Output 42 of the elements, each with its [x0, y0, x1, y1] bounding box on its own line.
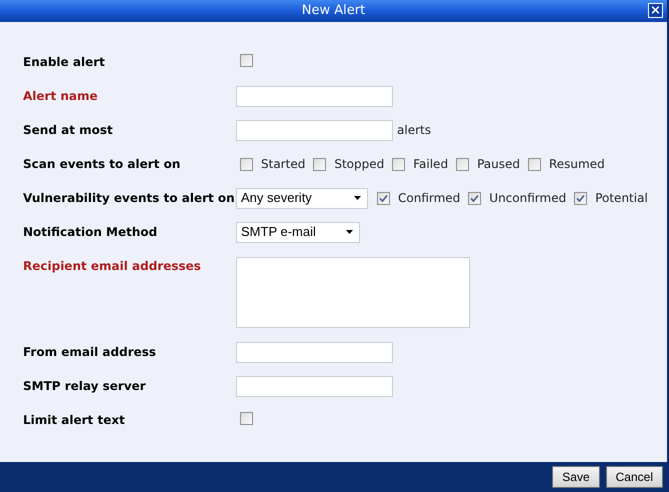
checkbox[interactable]: [574, 192, 588, 204]
checkbox[interactable]: [240, 412, 253, 425]
field-label: From email address: [23, 344, 158, 361]
checkbox[interactable]: [528, 158, 541, 170]
field-label: Scan events to alert on: [23, 156, 182, 173]
close-button[interactable]: ×: [648, 3, 663, 18]
option-label: Potential: [595, 190, 648, 207]
option-label: Started: [261, 156, 306, 173]
option-label: Paused: [477, 156, 520, 173]
suffix-label: alerts: [397, 122, 431, 139]
text-field[interactable]: [236, 376, 393, 396]
checkbox[interactable]: [313, 158, 326, 170]
save-button[interactable]: Save: [552, 466, 600, 488]
field-label: Vulnerability events to alert on: [23, 190, 236, 207]
window-title: New Alert: [302, 2, 366, 20]
option-label: Stopped: [334, 156, 384, 173]
text-field[interactable]: [236, 120, 393, 140]
textarea-field[interactable]: [236, 257, 470, 328]
field-label: Notification Method: [23, 224, 158, 241]
text-field[interactable]: [236, 342, 393, 362]
checkbox[interactable]: [240, 54, 253, 67]
dropdown[interactable]: SMTP e-mail: [236, 222, 360, 242]
field-label: Enable alert: [23, 54, 106, 71]
caret-icon: [346, 230, 353, 234]
option-label: Failed: [413, 156, 448, 173]
field-label: Send at most: [23, 122, 114, 139]
field-label: Limit alert text: [23, 412, 126, 429]
field-label: Recipient email addresses: [23, 258, 202, 275]
text-field[interactable]: [236, 86, 393, 106]
option-label: Unconfirmed: [489, 190, 566, 207]
checkbox[interactable]: [456, 158, 470, 170]
option-label: Resumed: [548, 156, 605, 173]
checkbox[interactable]: [240, 158, 253, 170]
caret-icon: [354, 196, 361, 200]
option-label: Confirmed: [398, 190, 460, 207]
field-label: SMTP relay server: [23, 378, 147, 395]
checkbox[interactable]: [468, 192, 482, 204]
field-label: Alert name: [23, 88, 99, 105]
checkbox[interactable]: [392, 158, 406, 170]
cancel-button[interactable]: Cancel: [606, 466, 663, 488]
checkbox[interactable]: [377, 192, 390, 204]
dropdown[interactable]: Any severity: [236, 188, 368, 208]
